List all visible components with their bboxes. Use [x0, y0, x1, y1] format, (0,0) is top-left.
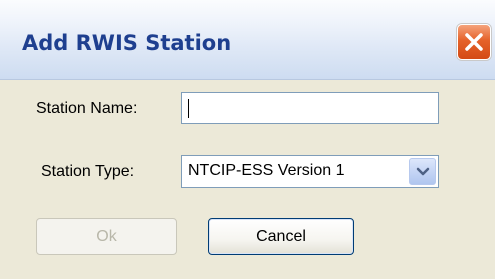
station-type-value: NTCIP-ESS Version 1 [188, 162, 345, 179]
station-type-select[interactable]: NTCIP-ESS Version 1 [181, 155, 439, 188]
station-name-input[interactable] [181, 92, 439, 124]
dropdown-button[interactable] [409, 158, 436, 185]
station-name-label: Station Name: [36, 100, 138, 117]
ok-button[interactable]: Ok [36, 218, 177, 255]
title-bar[interactable]: Add RWIS Station [0, 0, 495, 80]
station-type-label: Station Type: [41, 163, 135, 180]
close-icon [465, 33, 483, 51]
chevron-down-icon [416, 167, 430, 176]
dialog-title: Add RWIS Station [22, 31, 232, 55]
cancel-button[interactable]: Cancel [208, 218, 354, 255]
add-rwis-station-dialog: Add RWIS Station Station Name: Station T… [0, 0, 495, 279]
text-caret [188, 99, 189, 118]
close-button[interactable] [457, 24, 491, 60]
